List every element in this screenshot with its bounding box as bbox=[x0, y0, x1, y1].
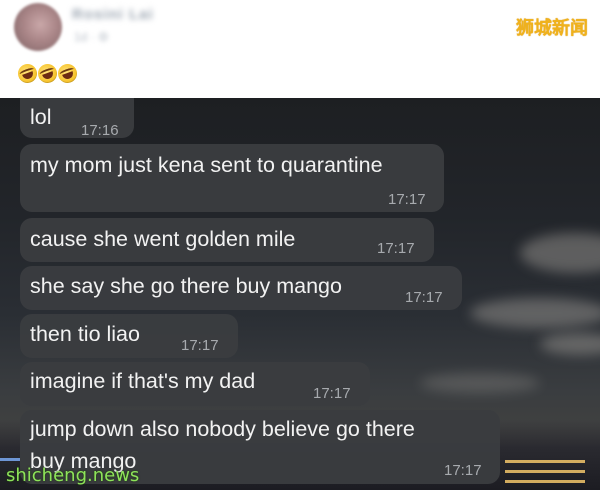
message-text: my mom just kena sent to quarantine bbox=[30, 153, 383, 177]
post-meta: 1d · ⚙ bbox=[74, 30, 109, 44]
message-bubble[interactable]: imagine if that's my dad 17:17 bbox=[20, 362, 370, 406]
source-label: 狮城新闻 bbox=[516, 18, 588, 39]
post-header: Rosini Lai 1d · ⚙ 狮城新闻 bbox=[0, 0, 600, 98]
message-bubble[interactable]: then tio liao 17:17 bbox=[20, 314, 238, 358]
sky-cloud bbox=[420, 373, 540, 393]
laughing-face-icon bbox=[15, 61, 40, 86]
sky-cloud bbox=[540, 333, 600, 355]
message-text: cause she went golden mile bbox=[30, 227, 296, 251]
message-text: then tio liao bbox=[30, 322, 140, 346]
sky-cloud bbox=[470, 298, 600, 328]
message-timestamp: 17:17 bbox=[388, 191, 426, 208]
message-timestamp: 17:16 bbox=[81, 122, 119, 139]
sky-cloud bbox=[520, 233, 600, 273]
message-timestamp: 17:17 bbox=[405, 289, 443, 306]
message-text-line-1: jump down also nobody believe go there bbox=[30, 417, 415, 441]
message-bubble[interactable]: lol 17:16 bbox=[20, 98, 134, 139]
message-text: she say she go there buy mango bbox=[30, 274, 342, 298]
message-timestamp: 17:17 bbox=[444, 462, 482, 479]
message-bubble[interactable]: she say she go there buy mango 17:17 bbox=[20, 266, 462, 310]
message-timestamp: 17:17 bbox=[313, 385, 351, 402]
reaction-emoji-row bbox=[15, 61, 80, 86]
chat-screenshot: lol 17:16 my mom just kena sent to quara… bbox=[0, 98, 600, 490]
message-timestamp: 17:17 bbox=[181, 337, 219, 354]
site-watermark: shicheng.news bbox=[6, 465, 140, 486]
laughing-face-icon bbox=[35, 61, 60, 86]
message-bubble[interactable]: my mom just kena sent to quarantine 17:1… bbox=[20, 144, 444, 212]
poster-name[interactable]: Rosini Lai bbox=[72, 6, 154, 23]
message-timestamp: 17:17 bbox=[377, 240, 415, 257]
message-text: lol bbox=[30, 105, 52, 129]
message-text: imagine if that's my dad bbox=[30, 369, 256, 393]
avatar[interactable] bbox=[14, 3, 62, 51]
laughing-face-icon bbox=[55, 61, 80, 86]
message-bubble[interactable]: cause she went golden mile 17:17 bbox=[20, 218, 434, 262]
